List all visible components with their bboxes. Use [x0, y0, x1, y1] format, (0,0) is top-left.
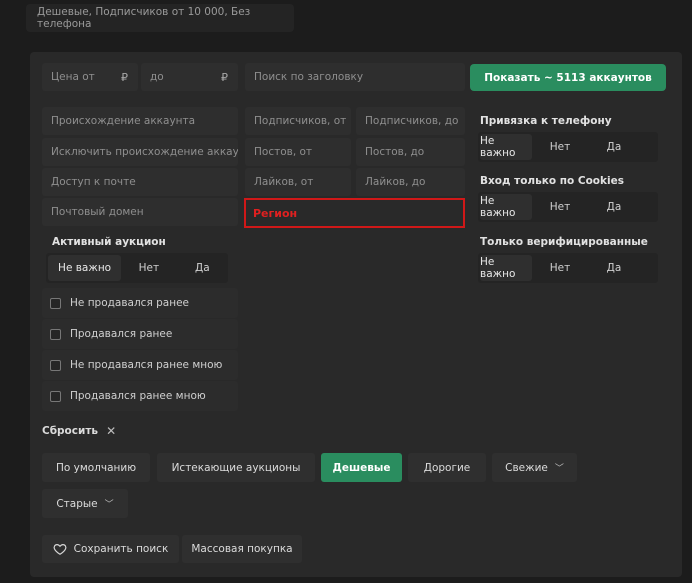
toggle-option-yes[interactable]: Да: [177, 255, 228, 281]
sort-expiring-auctions-button[interactable]: Истекающие аукционы: [157, 453, 315, 482]
likes-to-input[interactable]: Лайков, до: [356, 168, 465, 196]
sort-fresh-button[interactable]: Свежие ﹀: [492, 453, 577, 482]
subscribers-to-input[interactable]: Подписчиков, до: [356, 107, 465, 135]
toggle-option-no[interactable]: Нет: [123, 255, 174, 281]
account-origin-placeholder: Происхождение аккаунта: [51, 115, 196, 127]
save-search-button[interactable]: Сохранить поиск: [42, 535, 179, 563]
toggle-option-no[interactable]: Нет: [534, 134, 586, 160]
likes-to-placeholder: Лайков, до: [365, 176, 426, 188]
sort-label: Дешевые: [332, 461, 391, 474]
exclude-origin-placeholder: Исключить происхождение аккаунт: [51, 146, 238, 158]
verified-only-toggle: Не важно Нет Да: [478, 253, 658, 283]
price-from-input[interactable]: Цена от ₽: [42, 63, 138, 91]
toggle-option-yes[interactable]: Да: [588, 255, 640, 281]
toggle-option-any[interactable]: Не важно: [480, 134, 532, 160]
region-label: Регион: [253, 206, 298, 220]
checkbox-label: Не продавался ранее: [70, 297, 189, 309]
checkbox-sold-by-me[interactable]: Продавался ранее мною: [42, 381, 238, 411]
sort-label: Дорогие: [423, 461, 471, 474]
posts-to-placeholder: Постов, до: [365, 146, 425, 158]
toggle-option-any[interactable]: Не важно: [480, 255, 532, 281]
sort-label: Старые: [56, 497, 98, 510]
subscribers-from-placeholder: Подписчиков, от: [254, 115, 347, 127]
show-accounts-label: Показать ~ 5113 аккаунтов: [484, 71, 652, 84]
price-to-input[interactable]: до ₽: [141, 63, 238, 91]
posts-to-input[interactable]: Постов, до: [356, 138, 465, 166]
account-origin-select[interactable]: Происхождение аккаунта: [42, 107, 238, 135]
sort-label: Свежие: [505, 461, 548, 474]
email-access-placeholder: Доступ к почте: [51, 176, 136, 188]
cookies-only-toggle: Не важно Нет Да: [478, 192, 658, 222]
toggle-option-yes[interactable]: Да: [588, 194, 640, 220]
toggle-option-any[interactable]: Не важно: [48, 255, 122, 281]
checkbox-sold-before[interactable]: Продавался ранее: [42, 319, 238, 349]
checkbox-label: Не продавался ранее мною: [70, 359, 223, 371]
bulk-buy-label: Массовая покупка: [191, 543, 293, 555]
price-to-placeholder: до: [150, 71, 164, 83]
subscribers-to-placeholder: Подписчиков, до: [365, 115, 459, 127]
price-from-placeholder: Цена от: [51, 71, 95, 83]
checkbox-not-sold-by-me[interactable]: Не продавался ранее мною: [42, 350, 238, 380]
bulk-buy-button[interactable]: Массовая покупка: [182, 535, 302, 563]
checkbox-icon[interactable]: [50, 359, 61, 371]
toggle-option-any[interactable]: Не важно: [480, 194, 532, 220]
posts-from-input[interactable]: Постов, от: [245, 138, 351, 166]
region-select[interactable]: Регион: [244, 198, 465, 228]
checkbox-icon[interactable]: [50, 390, 61, 402]
chevron-down-icon: ﹀: [554, 464, 564, 474]
exclude-origin-select[interactable]: Исключить происхождение аккаунт: [42, 138, 238, 166]
cookies-only-label: Вход только по Cookies: [480, 175, 624, 187]
subscribers-from-input[interactable]: Подписчиков, от: [245, 107, 351, 135]
email-domain-input[interactable]: Почтовый домен: [42, 198, 238, 226]
checkbox-not-sold-before[interactable]: Не продавался ранее: [42, 288, 238, 318]
toggle-option-no[interactable]: Нет: [534, 255, 586, 281]
title-search-placeholder: Поиск по заголовку: [254, 71, 364, 83]
show-accounts-button[interactable]: Показать ~ 5113 аккаунтов: [470, 64, 666, 91]
ruble-icon: ₽: [121, 70, 128, 84]
saved-filter-chip[interactable]: Дешевые, Подписчиков от 10 000, Без теле…: [26, 4, 294, 32]
sort-expensive-button[interactable]: Дорогие: [408, 453, 486, 482]
toggle-option-no[interactable]: Нет: [534, 194, 586, 220]
active-auction-label: Активный аукцион: [52, 236, 166, 248]
checkbox-label: Продавался ранее мною: [70, 390, 206, 402]
toggle-option-yes[interactable]: Да: [588, 134, 640, 160]
posts-from-placeholder: Постов, от: [254, 146, 313, 158]
ruble-icon: ₽: [221, 70, 228, 84]
active-auction-toggle: Не важно Нет Да: [46, 253, 228, 283]
phone-binding-toggle: Не важно Нет Да: [478, 132, 658, 162]
checkbox-icon[interactable]: [50, 328, 61, 340]
likes-from-placeholder: Лайков, от: [254, 176, 314, 188]
title-search-input[interactable]: Поиск по заголовку: [245, 63, 465, 91]
reset-label: Сбросить: [42, 425, 99, 437]
sort-cheap-button[interactable]: Дешевые: [321, 453, 402, 482]
sort-default-button[interactable]: По умолчанию: [42, 453, 150, 482]
close-icon: ✕: [106, 424, 117, 438]
phone-binding-label: Привязка к телефону: [480, 115, 612, 127]
heart-icon: [53, 544, 67, 555]
checkbox-label: Продавался ранее: [70, 328, 173, 340]
saved-filter-label: Дешевые, Подписчиков от 10 000, Без теле…: [37, 6, 251, 30]
likes-from-input[interactable]: Лайков, от: [245, 168, 351, 196]
chevron-down-icon: ﹀: [104, 500, 114, 510]
save-search-label: Сохранить поиск: [73, 543, 169, 555]
email-domain-placeholder: Почтовый домен: [51, 206, 144, 218]
reset-button[interactable]: Сбросить ✕: [42, 424, 116, 438]
sort-label: По умолчанию: [55, 461, 137, 474]
sort-old-button[interactable]: Старые ﹀: [42, 489, 128, 518]
sort-label: Истекающие аукционы: [171, 461, 301, 474]
email-access-select[interactable]: Доступ к почте: [42, 168, 238, 196]
checkbox-icon[interactable]: [50, 297, 61, 309]
verified-only-label: Только верифицированные: [480, 236, 648, 248]
